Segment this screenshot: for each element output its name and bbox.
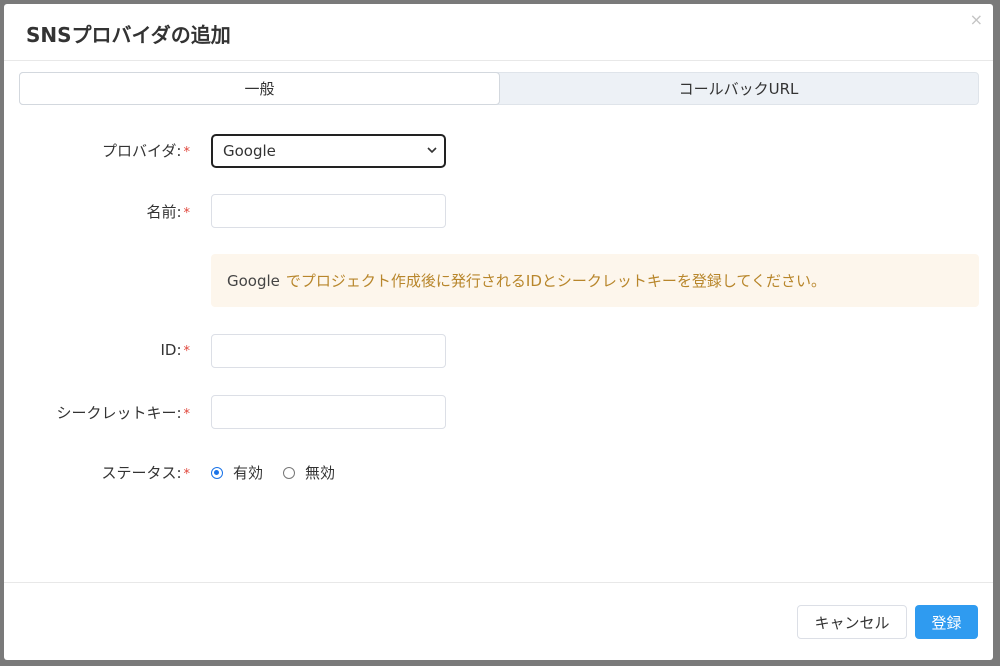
tab-general[interactable]: 一般 [19, 72, 500, 105]
cancel-button[interactable]: キャンセル [797, 605, 907, 639]
secret-label: シークレットキー: * [56, 404, 191, 422]
notice-message: でプロジェクト作成後に発行されるIDとシークレットキーを登録してください。 [285, 272, 826, 290]
radio-unchecked-icon [283, 466, 296, 479]
status-label: ステータス: * [101, 464, 191, 482]
status-radio-group: 有効 無効 [211, 462, 355, 483]
provider-select[interactable]: Google [211, 134, 446, 168]
tab-callback-url[interactable]: コールバックURL [499, 73, 978, 104]
name-input[interactable] [211, 194, 446, 228]
status-disabled-label: 無効 [305, 464, 336, 482]
status-enabled-radio[interactable]: 有効 [211, 462, 263, 483]
provider-label: プロバイダ: * [102, 142, 191, 160]
name-label: 名前: * [146, 203, 191, 221]
sns-provider-dialog: SNSプロバイダの追加 × 一般 コールバックURL プロバイダ: * Googl… [4, 4, 993, 660]
status-disabled-radio[interactable]: 無効 [283, 462, 335, 483]
radio-checked-icon [211, 466, 223, 479]
id-input[interactable] [211, 334, 446, 368]
required-mark: * [183, 145, 191, 160]
provider-select-value: Google [223, 142, 276, 160]
dialog-title: SNSプロバイダの追加 [26, 23, 231, 47]
required-mark: * [183, 407, 191, 422]
chevron-down-icon [427, 147, 437, 154]
footer-divider [4, 582, 993, 583]
id-label: ID: * [160, 341, 190, 359]
required-mark: * [183, 467, 191, 482]
dialog-header: SNSプロバイダの追加 × [4, 4, 993, 61]
required-mark: * [183, 344, 191, 359]
notice-alert: Google でプロジェクト作成後に発行されるIDとシークレットキーを登録してく… [211, 254, 979, 307]
status-enabled-label: 有効 [233, 464, 264, 482]
register-button[interactable]: 登録 [915, 605, 978, 639]
close-icon[interactable]: × [970, 10, 983, 29]
secret-input[interactable] [211, 395, 446, 429]
notice-provider: Google [227, 271, 280, 290]
required-mark: * [183, 206, 191, 221]
tab-bar: 一般 コールバックURL [19, 72, 979, 105]
